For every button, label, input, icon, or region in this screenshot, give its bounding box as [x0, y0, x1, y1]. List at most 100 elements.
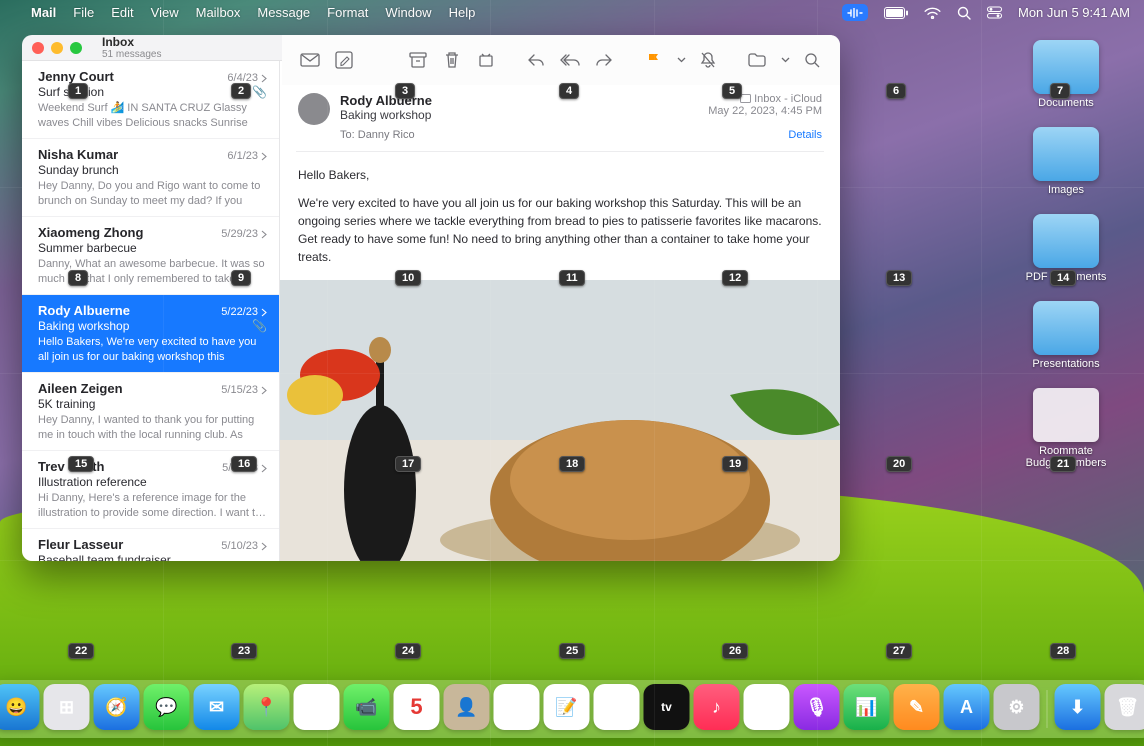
junk-icon[interactable] [472, 47, 500, 73]
dock-app-facetime[interactable]: 📹 [344, 684, 390, 730]
dock-app-tv[interactable]: tv [644, 684, 690, 730]
flag-menu-chevron-icon[interactable] [674, 47, 688, 73]
reply-all-icon[interactable] [556, 47, 584, 73]
dock-app-photos[interactable]: ❀ [294, 684, 340, 730]
message-list-item[interactable]: Trev Smith5/11/23 Illustration reference… [22, 451, 279, 529]
desktop-item-label: Presentations [1032, 358, 1099, 370]
menubar-item-help[interactable]: Help [449, 5, 476, 20]
desktop-item[interactable]: Roommate Budget.numbers [1006, 388, 1126, 469]
msg-date: 5/29/23 [221, 228, 267, 240]
msg-from: Aileen Zeigen [38, 381, 123, 396]
message-list-item[interactable]: Aileen Zeigen5/15/23 5K trainingHey Dann… [22, 373, 279, 451]
dock-separator [1047, 690, 1048, 728]
msg-preview: Weekend Surf 🏄 IN SANTA CRUZ Glassy wave… [38, 101, 267, 129]
forward-icon[interactable] [590, 47, 618, 73]
dock-app-finder[interactable]: 😀 [0, 684, 40, 730]
dock-app-mail[interactable]: ✉ [194, 684, 240, 730]
wifi-icon[interactable] [924, 7, 941, 19]
dock-app-numbers[interactable]: 📊 [844, 684, 890, 730]
dock-app-news[interactable]: N [744, 684, 790, 730]
compose-icon[interactable] [330, 47, 358, 73]
msg-preview: Hey Danny, Do you and Rigo want to come … [38, 179, 267, 207]
msg-date: 5/22/23 [221, 306, 267, 318]
reader-to-label: To: [340, 129, 355, 141]
desktop-icons: Documents Images PDF Documents Presentation… [1006, 40, 1126, 469]
dock-app-podcasts[interactable]: 🎙 [794, 684, 840, 730]
dock-app-freeform[interactable]: 〰 [594, 684, 640, 730]
message-list-item[interactable]: Nisha Kumar 6/1/23 Sunday brunch Hey Danny… [22, 139, 279, 217]
desktop-item[interactable]: Images [1006, 127, 1126, 196]
mail-toolbar [282, 35, 840, 85]
msg-from: Jenny Court [38, 69, 114, 84]
move-icon[interactable] [744, 47, 772, 73]
message-list-item[interactable]: Fleur Lasseur5/10/23 Baseball team fundr… [22, 529, 279, 561]
control-center-icon[interactable] [987, 6, 1002, 19]
desktop-item[interactable]: Documents [1006, 40, 1126, 109]
msg-preview: Danny, What an awesome barbecue. It was … [38, 257, 267, 285]
msg-from: Rody Albuerne [38, 303, 130, 318]
menubar-item-format[interactable]: Format [327, 5, 368, 20]
menubar-item-window[interactable]: Window [385, 5, 431, 20]
dock-app-appstore[interactable]: A [944, 684, 990, 730]
search-icon[interactable] [798, 47, 826, 73]
desktop-item[interactable]: Presentations [1006, 301, 1126, 370]
battery-icon[interactable] [884, 7, 908, 19]
menubar-item-file[interactable]: File [73, 5, 94, 20]
message-list-item[interactable]: Jenny Court6/4/23 Surf session 📎Weekend … [22, 61, 279, 139]
reader-details-link[interactable]: Details [788, 129, 822, 141]
window-minimize-button[interactable] [51, 42, 63, 54]
archive-icon[interactable] [404, 47, 432, 73]
message-list-item[interactable]: Xiaomeng Zhong5/29/23 Summer barbecueDan… [22, 217, 279, 295]
menubar-item-view[interactable]: View [151, 5, 179, 20]
dock-app-calendar[interactable]: 5 [394, 684, 440, 730]
msg-date: 6/1/23 [227, 150, 267, 162]
menubar-item-edit[interactable]: Edit [111, 5, 133, 20]
dock-app-messages[interactable]: 💬 [144, 684, 190, 730]
msg-date: 5/15/23 [221, 384, 267, 396]
dock-app-music[interactable]: ♪ [694, 684, 740, 730]
get-mail-icon[interactable] [296, 47, 324, 73]
grid-badge: 20 [886, 456, 912, 472]
msg-preview: Hello Bakers, We're very excited to have… [38, 335, 267, 363]
window-zoom-button[interactable] [70, 42, 82, 54]
grid-badge: 6 [886, 83, 906, 99]
spotlight-icon[interactable] [957, 6, 971, 20]
dock-app-settings[interactable]: ⚙ [994, 684, 1040, 730]
msg-subject: Baking workshop 📎 [38, 319, 267, 333]
trash-icon[interactable] [438, 47, 466, 73]
voice-control-icon[interactable] [842, 4, 868, 21]
msg-subject: Sunday brunch [38, 163, 267, 177]
message-list[interactable]: Jenny Court6/4/23 Surf session 📎Weekend … [22, 61, 280, 561]
dock-app-notes[interactable]: 📝 [544, 684, 590, 730]
menubar-item-message[interactable]: Message [257, 5, 310, 20]
message-list-item[interactable]: Rody Albuerne 5/22/23 Baking workshop 📎 He… [22, 295, 279, 373]
mute-icon[interactable] [694, 47, 722, 73]
mailbox-title: Inbox [102, 35, 161, 49]
file-icon [1033, 388, 1099, 442]
menubar: Mail File Edit View Mailbox Message Form… [0, 0, 1144, 25]
msg-from: Nisha Kumar [38, 147, 118, 162]
msg-preview: Hey Danny, I wanted to thank you for put… [38, 413, 267, 441]
flag-icon[interactable] [640, 47, 668, 73]
folder-icon [1033, 301, 1099, 355]
dock-app-maps[interactable]: 📍 [244, 684, 290, 730]
msg-preview: Hi Danny, Here's a reference image for t… [38, 491, 267, 519]
dock-app-trash[interactable]: 🗑 [1105, 684, 1144, 730]
menubar-clock[interactable]: Mon Jun 5 9:41 AM [1018, 5, 1130, 20]
reader-mailbox: Inbox - iCloud [708, 93, 822, 105]
desktop-item[interactable]: PDF Documents [1006, 214, 1126, 283]
dock-app-pages[interactable]: ✎ [894, 684, 940, 730]
paperclip-icon: 📎 [252, 319, 267, 333]
move-menu-chevron-icon[interactable] [778, 47, 792, 73]
sender-avatar [298, 93, 330, 125]
reply-icon[interactable] [522, 47, 550, 73]
dock-app-downloads[interactable]: ⬇ [1055, 684, 1101, 730]
dock-app-contacts[interactable]: 👤 [444, 684, 490, 730]
dock-app-safari[interactable]: 🧭 [94, 684, 140, 730]
dock-app-reminders[interactable]: ≡ [494, 684, 540, 730]
menubar-item-mailbox[interactable]: Mailbox [196, 5, 241, 20]
menubar-app-name[interactable]: Mail [31, 5, 56, 20]
dock-app-launchpad[interactable]: ⊞ [44, 684, 90, 730]
window-close-button[interactable] [32, 42, 44, 54]
folder-icon [1033, 127, 1099, 181]
